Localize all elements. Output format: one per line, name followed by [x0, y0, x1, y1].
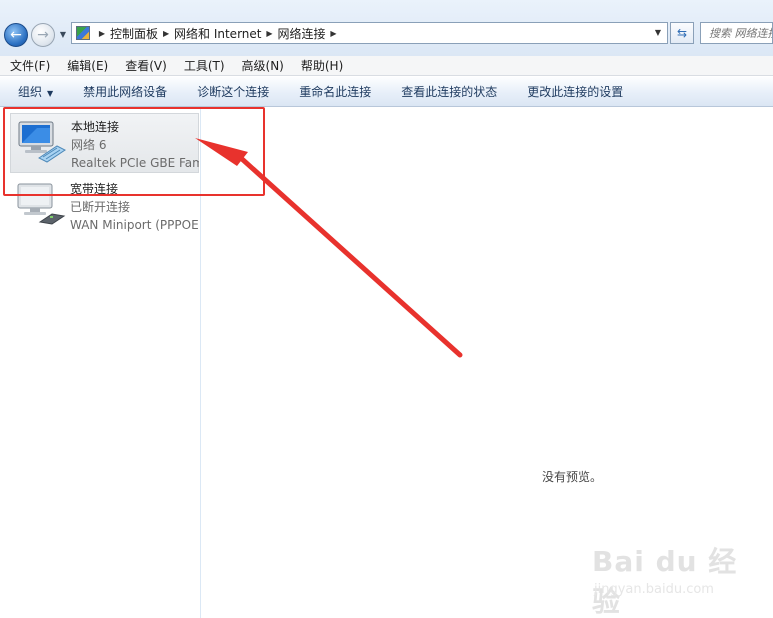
breadcrumb-chevron-icon[interactable]: ▶ [94, 29, 110, 38]
breadcrumb-network-internet[interactable]: 网络和 Internet [174, 25, 261, 42]
rename-button[interactable]: 重命名此连接 [299, 83, 371, 100]
command-bar: 组织 ▼ 禁用此网络设备 诊断这个连接 重命名此连接 查看此连接的状态 更改此连接… [0, 77, 773, 107]
back-arrow-icon[interactable]: ← [4, 23, 28, 47]
breadcrumb: ▶ 控制面板 ▶ 网络和 Internet ▶ 网络连接 ▶ [94, 23, 342, 43]
search-input[interactable] [701, 23, 772, 43]
address-bar[interactable]: ▶ 控制面板 ▶ 网络和 Internet ▶ 网络连接 ▶ ▼ [71, 22, 668, 44]
breadcrumb-chevron-icon[interactable]: ▶ [158, 29, 174, 38]
control-panel-icon [76, 26, 90, 40]
menu-advanced[interactable]: 高级(N) [232, 57, 291, 74]
menu-edit[interactable]: 编辑(E) [57, 57, 115, 74]
connection-status: 已断开连接 [70, 200, 131, 214]
address-dropdown-icon[interactable]: ▼ [651, 23, 665, 43]
menu-tools[interactable]: 工具(T) [174, 57, 232, 74]
preview-pane-text: 没有预览。 [542, 470, 603, 484]
refresh-button[interactable]: ⇆ [670, 22, 694, 44]
view-status-button[interactable]: 查看此连接的状态 [401, 83, 497, 100]
refresh-icon: ⇆ [676, 26, 688, 40]
watermark-url: jingyan.baidu.com [594, 582, 714, 597]
chevron-down-icon: ▼ [47, 89, 54, 98]
search-box[interactable] [700, 22, 773, 44]
breadcrumb-chevron-icon[interactable]: ▶ [326, 29, 342, 38]
breadcrumb-network-connections[interactable]: 网络连接 [277, 25, 325, 42]
forward-arrow-icon[interactable]: → [31, 23, 55, 47]
organize-button[interactable]: 组织 ▼ [18, 83, 53, 100]
menu-view[interactable]: 查看(V) [115, 57, 174, 74]
diagnose-button[interactable]: 诊断这个连接 [197, 83, 269, 100]
recent-pages-chevron-icon[interactable]: ▼ [57, 30, 69, 40]
organize-label: 组织 [18, 85, 43, 99]
annotation-highlight-box [3, 107, 265, 196]
address-row: ← → ▼ ▶ 控制面板 ▶ 网络和 Internet ▶ 网络连接 ▶ ▼ ⇆ [0, 0, 773, 56]
menu-bar: 文件(F) 编辑(E) 查看(V) 工具(T) 高级(N) 帮助(H) [0, 56, 773, 76]
change-settings-button[interactable]: 更改此连接的设置 [527, 83, 623, 100]
watermark-logo: Bai du 经验 [592, 545, 738, 618]
connection-device: WAN Miniport (PPPOE) [70, 218, 198, 232]
menu-file[interactable]: 文件(F) [0, 57, 57, 74]
disable-device-button[interactable]: 禁用此网络设备 [83, 83, 167, 100]
baidu-jingyan-watermark: Bai du 经验 jingyan.baidu.com [592, 540, 742, 618]
breadcrumb-chevron-icon[interactable]: ▶ [261, 29, 277, 38]
menu-help[interactable]: 帮助(H) [291, 57, 350, 74]
breadcrumb-control-panel[interactable]: 控制面板 [110, 25, 158, 42]
